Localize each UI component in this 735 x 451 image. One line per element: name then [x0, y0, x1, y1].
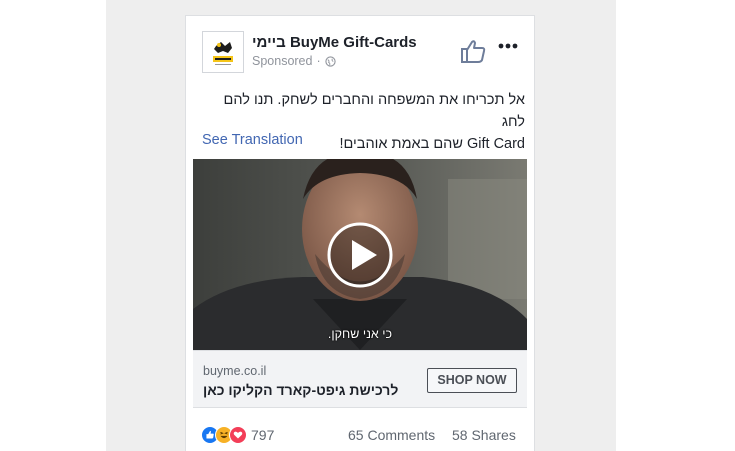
- engagement-bar: 797 65 Comments 58 Shares: [186, 422, 534, 446]
- sponsored-text: Sponsored: [252, 54, 313, 68]
- video-player[interactable]: כי אני שחקן.: [193, 159, 527, 350]
- call-to-action-bar[interactable]: buyme.co.il לרכישת גיפט-קארד הקליקו כאן …: [193, 350, 527, 408]
- page-name[interactable]: ביימי BuyMe Gift-Cards: [252, 34, 417, 51]
- sponsored-post-card: ביימי BuyMe Gift-Cards Sponsored · אל תכ…: [185, 15, 535, 451]
- see-translation-link[interactable]: See Translation: [202, 132, 303, 148]
- post-text-line-1: אל תכריחו את המשפחה והחברים לשחק. תנו לה…: [223, 92, 525, 130]
- comments-link[interactable]: 65 Comments: [348, 427, 435, 443]
- post-header: ביימי BuyMe Gift-Cards Sponsored ·: [186, 16, 534, 86]
- video-subtitle: כי אני שחקן.: [327, 327, 393, 341]
- shop-now-button[interactable]: SHOP NOW: [427, 368, 517, 393]
- link-headline[interactable]: לרכישת גיפט-קארד הקליקו כאן: [203, 382, 398, 398]
- reaction-count: 797: [251, 427, 275, 443]
- love-reaction-icon: [229, 426, 247, 444]
- shares-link[interactable]: 58 Shares: [452, 427, 516, 443]
- page-logo[interactable]: [202, 31, 244, 73]
- sponsored-label: Sponsored ·: [252, 54, 336, 68]
- play-icon[interactable]: [326, 221, 394, 289]
- globe-icon: [325, 55, 336, 67]
- reactions-summary[interactable]: 797: [201, 426, 274, 444]
- separator-dot: ·: [316, 54, 321, 68]
- thumbs-up-icon[interactable]: [459, 37, 487, 65]
- link-domain: buyme.co.il: [203, 364, 267, 378]
- more-options-icon[interactable]: [497, 42, 519, 50]
